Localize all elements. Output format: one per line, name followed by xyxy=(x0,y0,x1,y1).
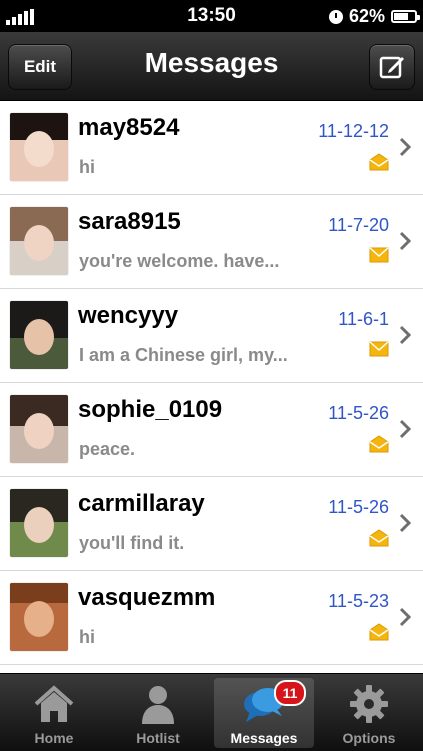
contact-name: may8524 xyxy=(78,114,180,141)
opened-envelope-icon xyxy=(369,153,389,171)
chevron-right-icon xyxy=(399,325,411,345)
message-date: 11-6-1 xyxy=(338,309,389,329)
home-icon xyxy=(34,685,74,722)
compose-icon xyxy=(379,56,404,79)
message-row[interactable]: sara8915 you're welcome. have... 11-7-20 xyxy=(0,195,423,289)
message-list: may8524 hi 11-12-12 sara8915 you're welc… xyxy=(0,101,423,673)
message-preview: you'll find it. xyxy=(79,533,185,553)
unread-badge: 11 xyxy=(274,680,306,706)
message-row[interactable]: sophie_0109 peace. 11-5-26 xyxy=(0,383,423,477)
avatar xyxy=(10,301,68,369)
message-row[interactable]: carmillaray you'll find it. 11-5-26 xyxy=(0,477,423,571)
message-preview: you're welcome. have... xyxy=(79,251,280,271)
message-date: 11-7-20 xyxy=(328,215,389,235)
envelope-icon xyxy=(369,341,389,357)
tab-label: Options xyxy=(342,730,396,746)
message-preview: hi xyxy=(79,157,95,177)
chevron-right-icon xyxy=(399,607,411,627)
tab-hotlist[interactable]: Hotlist xyxy=(108,678,208,748)
opened-envelope-icon xyxy=(369,623,389,641)
message-date: 11-5-23 xyxy=(328,591,389,611)
message-date: 11-5-26 xyxy=(328,497,389,517)
avatar xyxy=(10,113,68,181)
contact-name: vasquezmm xyxy=(78,584,216,611)
tab-label: Hotlist xyxy=(136,730,180,746)
compose-button[interactable] xyxy=(369,44,415,90)
tab-label: Messages xyxy=(230,730,298,746)
tab-messages[interactable]: 11 Messages xyxy=(214,678,314,748)
battery-icon xyxy=(391,10,420,23)
opened-envelope-icon xyxy=(369,435,389,453)
contact-name: carmillaray xyxy=(78,490,205,517)
chevron-right-icon xyxy=(399,137,411,157)
opened-envelope-icon xyxy=(369,529,389,547)
contact-name: sara8915 xyxy=(78,208,181,235)
chevron-right-icon xyxy=(399,231,411,251)
envelope-icon xyxy=(369,247,389,263)
contact-name: wencyyy xyxy=(78,302,179,329)
status-bar: 13:50 62% xyxy=(0,0,423,32)
message-row[interactable]: may8524 hi 11-12-12 xyxy=(0,101,423,195)
tab-label: Home xyxy=(34,730,74,746)
message-row[interactable]: wencyyy I am a Chinese girl, my... 11-6-… xyxy=(0,289,423,383)
page-title: Messages xyxy=(144,47,279,78)
message-date: 11-12-12 xyxy=(318,121,389,141)
avatar xyxy=(10,489,68,557)
avatar xyxy=(10,207,68,275)
message-preview: hi xyxy=(79,627,95,647)
clock-icon xyxy=(328,9,343,24)
tab-bar: Home Hotlist 11 Messages Options xyxy=(0,673,423,751)
gear-icon xyxy=(350,685,388,723)
tab-options[interactable]: Options xyxy=(319,678,419,748)
message-preview: peace. xyxy=(79,439,136,459)
avatar xyxy=(10,583,68,651)
avatar xyxy=(10,395,68,463)
message-preview: I am a Chinese girl, my... xyxy=(79,345,288,365)
chevron-right-icon xyxy=(399,513,411,533)
navigation-bar: Edit Messages xyxy=(0,32,423,101)
person-icon xyxy=(142,686,174,724)
chevron-right-icon xyxy=(399,419,411,439)
message-row[interactable]: vasquezmm hi 11-5-23 xyxy=(0,571,423,665)
contact-name: sophie_0109 xyxy=(78,396,223,423)
battery-percent: 62% xyxy=(348,6,385,26)
message-date: 11-5-26 xyxy=(328,403,389,423)
tab-home[interactable]: Home xyxy=(4,678,104,748)
